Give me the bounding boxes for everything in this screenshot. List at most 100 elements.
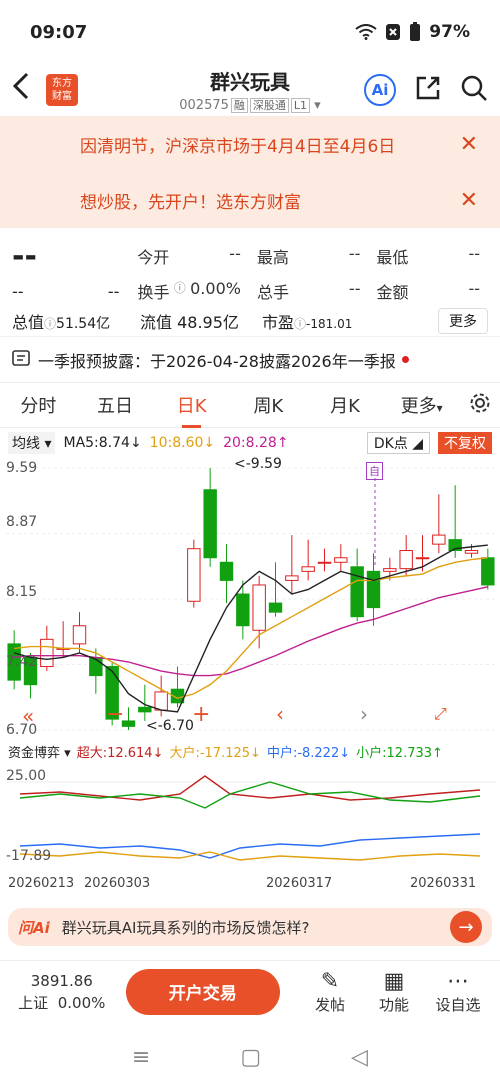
low-label: 最低 — [376, 248, 409, 267]
market-cap-value: 51.54亿 — [56, 316, 111, 332]
tab-monthly-k[interactable]: 月K — [307, 392, 384, 418]
battery-icon — [409, 22, 421, 42]
chevron-down-icon: ▾ — [436, 401, 443, 415]
info-icon[interactable]: ⓘ — [294, 317, 306, 331]
quote-panel: -- 今开 -- 最高 -- 最低 -- -- -- 换手 ⓘ 0.00% 总手 -- 金额 -… — [0, 228, 500, 336]
indicator-select-label: 均线 — [12, 436, 40, 452]
bottom-bar: 3891.86 上证 0.00% 开户交易 ✎ 发帖 ▦ 功能 ⋯ 设自选 — [0, 960, 500, 1022]
amount-cell: 金额 -- — [368, 279, 488, 303]
system-nav: ≡ ▢ ◁ — [0, 1030, 500, 1085]
tab-intraday[interactable]: 分时 — [0, 392, 77, 418]
quote-row-2: -- -- 换手 ⓘ 0.00% 总手 -- 金额 -- — [12, 276, 488, 306]
chevron-down-icon[interactable]: ▾ — [310, 98, 321, 113]
settings-icon[interactable] — [460, 392, 500, 419]
more-dots-icon: ⋯ — [446, 968, 469, 994]
indicator-select[interactable]: 均线 ▾ — [8, 432, 56, 454]
low-value: -- — [468, 244, 480, 263]
index-ticker[interactable]: 3891.86 上证 0.00% — [10, 970, 114, 1014]
search-icon[interactable] — [460, 74, 488, 106]
add-watchlist-label: 设自选 — [435, 995, 481, 1014]
low-cell: 最低 -- — [368, 244, 488, 268]
candle-body — [399, 549, 413, 570]
market-cap-label: 总值 — [12, 313, 45, 332]
ma10-label: 10:8.60↓ — [149, 435, 216, 451]
high-value: -- — [348, 244, 361, 263]
ma20-label: 20:8.28↑ — [223, 435, 289, 451]
function-label: 功能 — [378, 995, 409, 1014]
candle-body — [219, 561, 234, 581]
fund-title: 资金博弈 — [8, 745, 61, 761]
last-price: -- — [12, 238, 37, 274]
fund-chart[interactable]: 25.00 -17.89 — [0, 764, 500, 874]
candle-body — [366, 570, 381, 609]
arrow-right-icon[interactable]: → — [450, 911, 482, 943]
candle-body — [415, 557, 430, 560]
open-account-notice-text: 想炒股，先开户！选东方财富 — [80, 192, 301, 213]
close-icon[interactable]: ✕ — [460, 188, 478, 213]
zoom-in-icon[interactable]: + — [192, 702, 210, 727]
float-cap-cell: 流值 48.95亿 — [132, 309, 254, 333]
candle-body — [301, 566, 315, 572]
small-text: 小户:12.733 — [356, 745, 433, 761]
tab-daily-k[interactable]: 日K — [153, 392, 230, 428]
candle-body — [464, 549, 479, 554]
fullscreen-icon[interactable]: ⤢ — [434, 704, 447, 724]
back-nav-icon[interactable]: ◁ — [351, 1045, 368, 1070]
menu-icon[interactable]: ≡ — [132, 1045, 150, 1070]
back-icon[interactable] — [12, 72, 40, 108]
scroll-left-icon[interactable]: ‹ — [276, 702, 284, 726]
open-cell: 今开 -- — [129, 244, 249, 268]
kline-chart[interactable]: 9.59 8.87 8.15 7.42 6.70 <-9.59 <-6.70 自… — [0, 456, 500, 738]
open-value: -- — [229, 244, 241, 263]
fund-y-top: 25.00 — [6, 768, 47, 784]
share-icon[interactable] — [414, 74, 442, 106]
logo-line1: 东方 — [52, 78, 72, 89]
self-select-marker[interactable]: 自 — [366, 462, 383, 480]
tab-more[interactable]: 更多▾ — [383, 392, 460, 418]
index-name: 上证 — [18, 993, 49, 1012]
change-value: -- — [12, 281, 24, 301]
scroll-right-icon[interactable]: › — [360, 702, 368, 726]
info-icon[interactable]: ⓘ — [44, 317, 56, 331]
more-quote-button[interactable]: 更多 — [438, 308, 488, 334]
margin-tag: 融 — [230, 98, 248, 113]
eastmoney-logo: 东方 财富 — [46, 74, 78, 106]
large-label: 大户:-17.125↓ — [169, 745, 261, 761]
add-watchlist-button[interactable]: ⋯ 设自选 — [426, 969, 490, 1015]
home-icon[interactable]: ▢ — [240, 1045, 261, 1070]
post-button[interactable]: ✎ 发帖 — [298, 969, 362, 1015]
date-tick: 20260317 — [266, 876, 333, 891]
y-tick-2: 8.87 — [6, 514, 38, 530]
mid-line — [19, 833, 481, 859]
ai-button[interactable]: Ai — [364, 74, 396, 106]
candle-body — [334, 557, 348, 563]
float-cap-value: 48.95亿 — [177, 313, 239, 332]
candle-body — [187, 548, 201, 602]
open-account-button[interactable]: 开户交易 — [125, 968, 280, 1015]
tab-five-day[interactable]: 五日 — [77, 392, 154, 418]
ma5-text: MA5:8.74 — [63, 435, 130, 451]
notification-icon — [385, 23, 401, 41]
fund-y-bottom: -17.89 — [6, 848, 52, 864]
fund-indicator-select[interactable]: 资金博弈 ▾ — [8, 742, 71, 761]
dk-point-button[interactable]: DK点 ◢ — [366, 432, 430, 454]
info-icon[interactable]: ⓘ — [174, 279, 186, 303]
announcement-row[interactable]: 一季报预披露：于2026-04-28披露2026年一季报 — [0, 336, 500, 382]
change-cells: -- -- — [12, 282, 129, 301]
ma10-text: 10:8.60 — [149, 435, 204, 451]
function-button[interactable]: ▦ 功能 — [362, 969, 426, 1015]
open-label: 今开 — [137, 248, 170, 267]
super-label: 超大:12.614↓ — [76, 745, 164, 761]
fast-back-icon[interactable]: « — [22, 704, 34, 728]
adjust-button[interactable]: 不复权 — [438, 432, 492, 454]
date-tick: 20260213 — [8, 876, 75, 891]
announcement-text: 一季报预披露：于2026-04-28披露2026年一季报 — [38, 351, 396, 371]
open-account-notice[interactable]: 想炒股，先开户！选东方财富 ✕ — [0, 172, 500, 228]
close-icon[interactable]: ✕ — [460, 132, 478, 157]
ma-legend: 均线 ▾ MA5:8.74↓ 10:8.60↓ 20:8.28↑ DK点 ◢ 不… — [0, 428, 500, 458]
candle-body — [252, 584, 266, 631]
tab-weekly-k[interactable]: 周K — [230, 392, 307, 418]
holiday-notice[interactable]: 因清明节，沪深京市场于4月4日至4月6日 ✕ — [0, 116, 500, 172]
ai-question-banner[interactable]: 问Ai 群兴玩具AI玩具系列的市场反馈怎样? → — [8, 908, 492, 946]
zoom-out-icon[interactable]: − — [106, 702, 124, 727]
